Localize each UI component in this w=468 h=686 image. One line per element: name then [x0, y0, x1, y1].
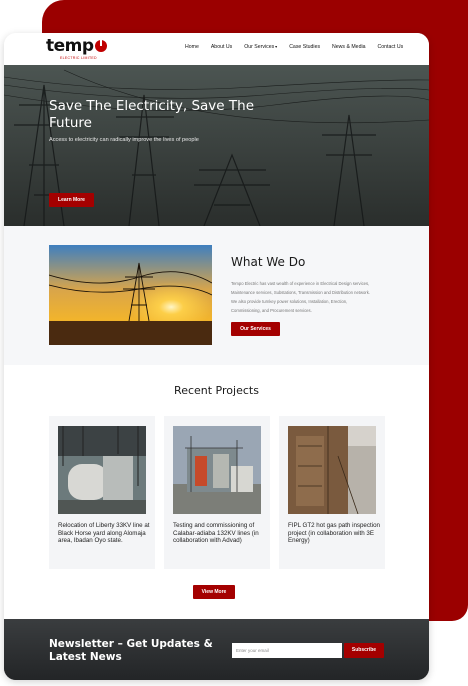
project-image [58, 426, 146, 514]
site-header: temp ELECTRIC LIMITED Home About Us Our … [4, 33, 429, 65]
learn-more-button[interactable]: Learn More [49, 193, 94, 207]
hero-title: Save The Electricity, Save The Future [49, 98, 255, 131]
site-logo[interactable]: temp ELECTRIC LIMITED [46, 36, 107, 60]
chevron-down-icon: ▾ [275, 44, 278, 49]
project-card[interactable]: Relocation of Liberty 33KV line at Black… [49, 416, 155, 569]
view-more-button[interactable]: View More [193, 585, 235, 599]
hero-section: Save The Electricity, Save The Future Ac… [4, 65, 429, 226]
main-nav: Home About Us Our Services▾ Case Studies… [185, 44, 415, 50]
website-preview-card: temp ELECTRIC LIMITED Home About Us Our … [4, 33, 429, 680]
project-card[interactable]: Testing and commissioning of Calabar-adi… [164, 416, 270, 569]
email-field[interactable] [232, 643, 342, 658]
nav-case-studies[interactable]: Case Studies [289, 44, 320, 50]
nav-our-services[interactable]: Our Services▾ [244, 44, 277, 50]
our-services-button[interactable]: Our Services [231, 322, 280, 336]
newsletter-title: Newsletter – Get Updates & Latest News [49, 638, 213, 663]
what-we-do-description: Tempo Electric has vast wealth of experi… [231, 281, 370, 313]
logo-tagline: ELECTRIC LIMITED [60, 56, 97, 60]
nav-home[interactable]: Home [185, 44, 199, 50]
logo-wordmark: temp [46, 36, 94, 56]
nav-about-us[interactable]: About Us [211, 44, 232, 50]
project-caption: FIPL GT2 hot gas path inspection project… [288, 522, 380, 545]
project-caption: Relocation of Liberty 33KV line at Black… [58, 522, 150, 545]
subscribe-button[interactable]: Subscribe [344, 643, 384, 658]
project-image [173, 426, 261, 514]
project-card[interactable]: FIPL GT2 hot gas path inspection project… [279, 416, 385, 569]
what-we-do-section: What We Do Tempo Electric has vast wealt… [4, 226, 429, 365]
project-image [288, 426, 376, 514]
newsletter-section: Newsletter – Get Updates & Latest News S… [4, 619, 429, 680]
sunset-pylon-image [49, 245, 212, 345]
nav-contact-us[interactable]: Contact Us [378, 44, 404, 50]
project-caption: Testing and commissioning of Calabar-adi… [173, 522, 259, 545]
hero-subtitle: Access to electricity can radically impr… [49, 137, 199, 143]
what-we-do-title: What We Do [231, 255, 306, 269]
recent-projects-title: Recent Projects [174, 384, 259, 397]
logo-power-icon [94, 38, 107, 52]
nav-our-services-label: Our Services [244, 44, 275, 50]
nav-news-media[interactable]: News & Media [332, 44, 365, 50]
